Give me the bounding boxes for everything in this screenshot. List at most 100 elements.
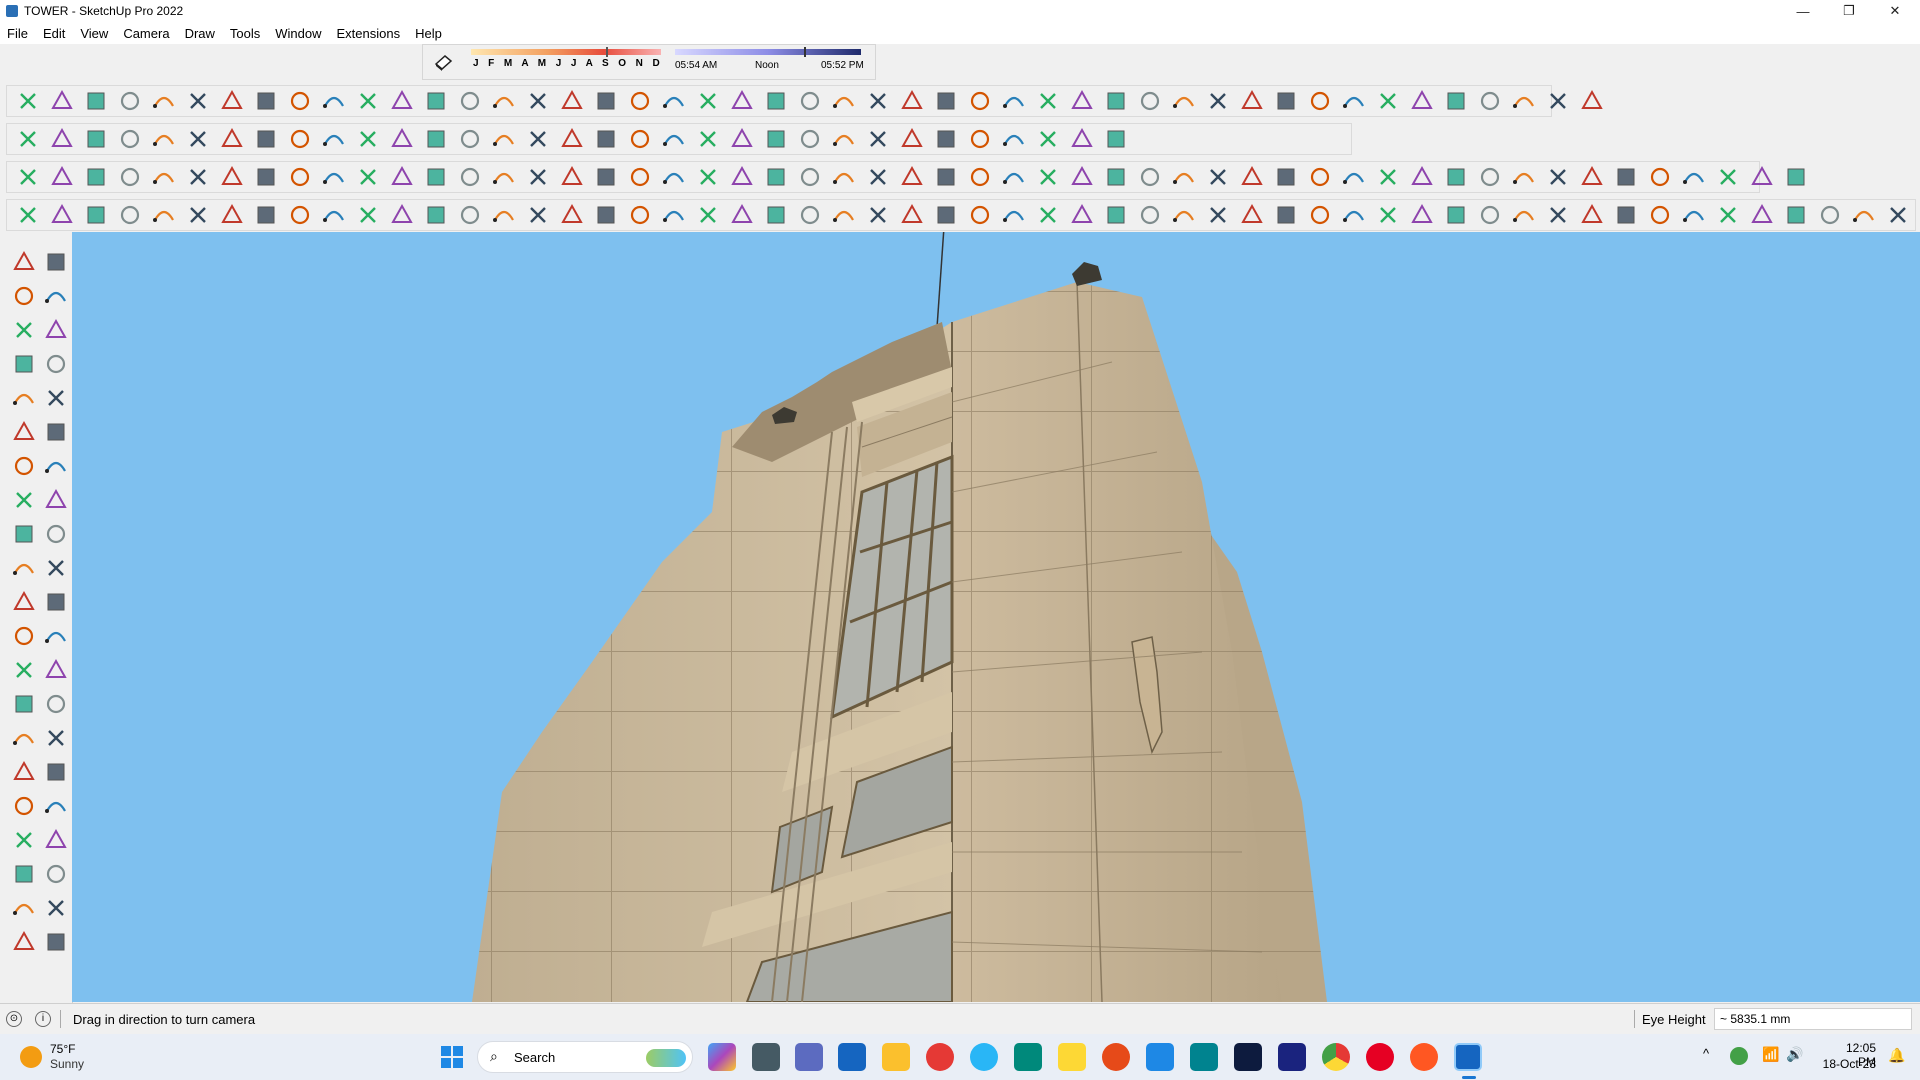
sandbox-down-icon[interactable] [865,126,891,152]
orange-swirl-icon[interactable] [865,202,891,228]
solid-union-icon[interactable] [15,202,41,228]
globe-icon[interactable] [1103,164,1129,190]
lattice-icon[interactable] [1137,88,1163,114]
sandbox-right-icon[interactable] [933,126,959,152]
wall-icon[interactable] [1035,88,1061,114]
yellow-tri-icon[interactable] [1307,202,1333,228]
protractor-icon[interactable] [11,657,37,683]
dome-icon[interactable] [1375,88,1401,114]
clock-date[interactable]: 18-Oct-23 [1822,1057,1876,1071]
text-icon[interactable] [43,657,69,683]
blue-star-icon[interactable] [1443,202,1469,228]
sphere-wire-icon[interactable] [355,202,381,228]
iso-icon[interactable] [49,164,75,190]
eraser-soft-icon[interactable] [525,164,551,190]
two-point-arc-icon[interactable] [43,453,69,479]
doc-icon[interactable] [967,202,993,228]
window-icon[interactable] [1409,164,1435,190]
shaded-texture-icon[interactable] [457,164,483,190]
zoom-window-icon[interactable] [43,759,69,785]
move-icon[interactable] [11,521,37,547]
hidden-line-icon[interactable] [389,164,415,190]
section-icon[interactable] [253,164,279,190]
scene-icon[interactable] [1443,164,1469,190]
month-slider-track[interactable] [471,49,661,55]
move-icon[interactable] [287,126,313,152]
yellow-twist-icon[interactable] [1375,202,1401,228]
slice-icon[interactable] [797,88,823,114]
red-x-icon[interactable] [1885,202,1911,228]
frame-blue-icon[interactable] [1749,202,1775,228]
layer-out-icon[interactable] [1341,164,1367,190]
task-view-icon[interactable] [752,1043,780,1071]
look-around-icon[interactable] [43,827,69,853]
red-square-icon[interactable] [899,202,925,228]
lathe-icon[interactable] [321,88,347,114]
push-pull-icon[interactable] [219,126,245,152]
tape-red-icon[interactable] [967,164,993,190]
orb-icon[interactable] [593,202,619,228]
barrel-icon[interactable] [1477,202,1503,228]
gold-diamond-icon[interactable] [729,202,755,228]
blue-cross-icon[interactable] [1205,202,1231,228]
spiral2-icon[interactable] [1273,164,1299,190]
rectangle-icon[interactable] [11,385,37,411]
radial-array-icon[interactable] [865,88,891,114]
opera-icon[interactable] [926,1043,954,1071]
outer-shell-icon[interactable] [185,202,211,228]
tape-icon[interactable] [389,126,415,152]
beam-icon[interactable] [1341,88,1367,114]
spring-icon[interactable] [593,88,619,114]
layer-in-icon[interactable] [1375,164,1401,190]
tray-app-icon[interactable] [1730,1047,1748,1065]
model-viewport[interactable] [72,232,1920,1002]
layout-icon[interactable] [11,929,37,955]
previous-icon[interactable] [43,793,69,819]
paint-bucket-icon[interactable] [185,126,211,152]
minimize-button[interactable]: — [1780,0,1826,22]
shapes-icon[interactable] [151,126,177,152]
knife-icon[interactable] [117,88,143,114]
component-icon[interactable] [423,202,449,228]
sandbox-icon[interactable] [797,126,823,152]
polygon-icon[interactable] [43,419,69,445]
home-icon[interactable] [1477,88,1503,114]
terrain-icon[interactable] [1647,164,1673,190]
blue-puzzle-icon[interactable] [1579,202,1605,228]
axes-icon[interactable] [11,691,37,717]
split-icon[interactable] [151,202,177,228]
zoom-icon[interactable] [15,126,41,152]
offset-icon[interactable] [43,589,69,615]
section-plane-icon[interactable] [43,861,69,887]
teapot2-icon[interactable] [1205,164,1231,190]
sheets-app-icon[interactable] [1014,1043,1042,1071]
yellow-grid-icon[interactable] [1817,202,1843,228]
refresh-icon[interactable] [1307,164,1333,190]
extension-warehouse-icon[interactable] [43,895,69,921]
table-icon[interactable] [933,202,959,228]
ribbon-icon[interactable] [967,88,993,114]
layers-icon[interactable] [695,126,721,152]
orbit-icon[interactable] [43,249,69,275]
grid-icon[interactable] [627,88,653,114]
yellow-curve-icon[interactable] [1341,202,1367,228]
pink-puzzle-icon[interactable] [1647,202,1673,228]
blue-box-icon[interactable] [661,202,687,228]
3d-text-icon[interactable] [43,691,69,717]
eraser-icon[interactable] [83,126,109,152]
arc-icon[interactable] [11,453,37,479]
link-icon[interactable] [865,164,891,190]
mesh-icon[interactable] [1851,202,1877,228]
pie-icon[interactable] [43,487,69,513]
model-icon[interactable] [661,126,687,152]
divide-icon[interactable] [729,88,755,114]
pie-icon[interactable] [831,164,857,190]
volume-icon[interactable]: 🔊 [1786,1046,1803,1063]
freehand-icon[interactable] [43,351,69,377]
sandbox-up-icon[interactable] [831,126,857,152]
windows-start-icon[interactable] [440,1045,464,1069]
taskbar-search[interactable]: ⌕ Search [477,1041,693,1073]
wood-icon[interactable] [1001,202,1027,228]
credits-icon[interactable]: i [35,1011,51,1027]
brick-icon[interactable] [1613,164,1639,190]
